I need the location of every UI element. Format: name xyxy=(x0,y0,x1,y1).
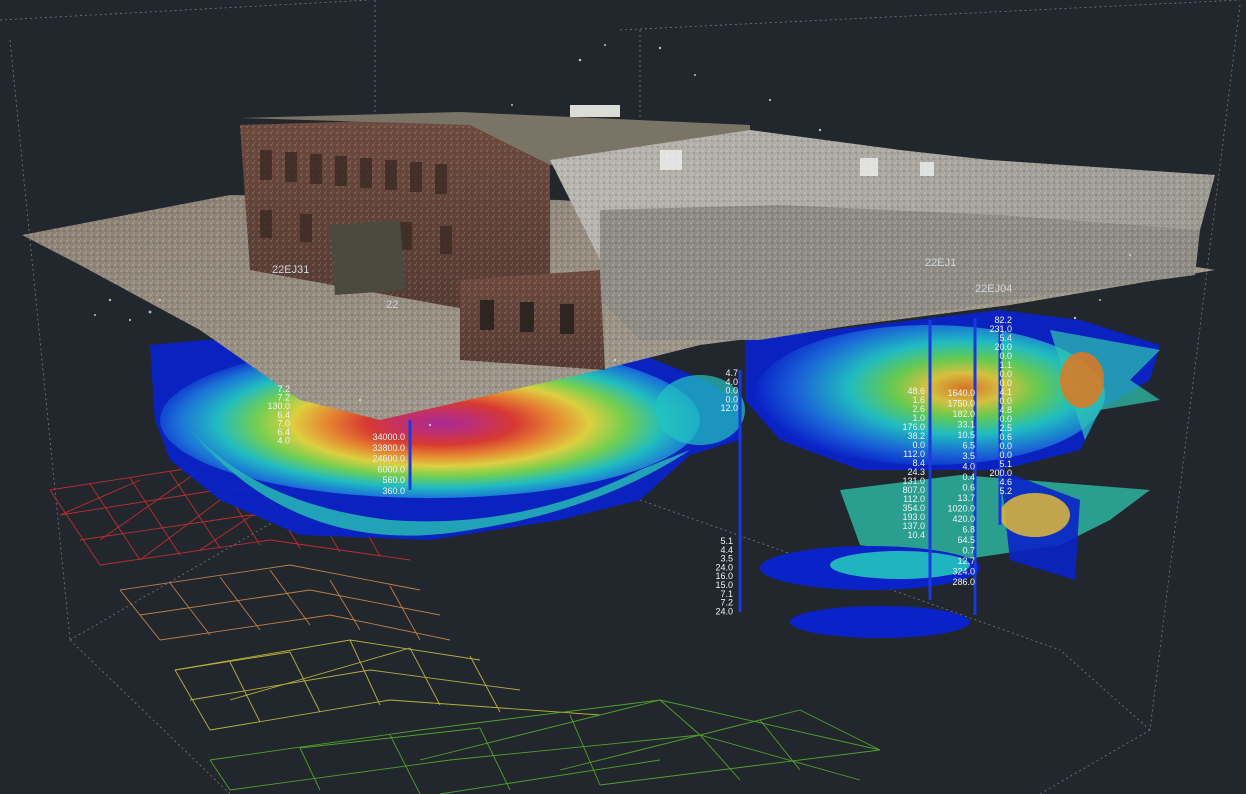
sample-value: 6000.0 xyxy=(377,464,405,474)
sample-value: 24.0 xyxy=(715,606,733,616)
sample-value: 4.0 xyxy=(277,436,290,446)
sample-value: 34000.0 xyxy=(372,432,405,442)
sample-value: 324.0 xyxy=(952,567,975,577)
3d-scene-viewport[interactable]: 22EJ31 22EJ04 22EJ1 22 7.27.2130.06.47.0… xyxy=(0,0,1246,794)
sample-value: 64.5 xyxy=(957,535,975,545)
sample-value: 10.5 xyxy=(957,430,975,440)
sample-value: 560.0 xyxy=(382,475,405,485)
sample-value: 420.0 xyxy=(952,514,975,524)
sample-value: 1020.0 xyxy=(947,504,975,514)
sample-value: 1640.0 xyxy=(947,388,975,398)
sample-value: 360.0 xyxy=(382,486,405,496)
sample-value: 12.7 xyxy=(957,556,975,566)
borehole-label: 22EJ04 xyxy=(975,283,1012,295)
borehole-label: 22 xyxy=(386,299,398,311)
sample-value: 4.0 xyxy=(962,462,975,472)
sample-value: 182.0 xyxy=(952,409,975,419)
sample-value: 5.2 xyxy=(999,486,1012,496)
sample-value: 6.5 xyxy=(962,441,975,451)
sample-value: 33.1 xyxy=(957,420,975,430)
sample-value: 13.7 xyxy=(957,493,975,503)
borehole-label: 22EJ1 xyxy=(925,257,956,269)
sample-value: 3.5 xyxy=(962,451,975,461)
borehole-label: 22EJ31 xyxy=(272,264,309,276)
sample-value: 24600.0 xyxy=(372,454,405,464)
sample-value: 10.4 xyxy=(907,530,925,540)
sample-value: 0.6 xyxy=(962,483,975,493)
sample-value: 1750.0 xyxy=(947,399,975,409)
sample-value: 33800.0 xyxy=(372,443,405,453)
sample-value: 286.0 xyxy=(952,577,975,587)
sample-value: 6.8 xyxy=(962,525,975,535)
sample-value: 12.0 xyxy=(720,403,738,413)
sample-value: 0.7 xyxy=(962,546,975,556)
sample-value: 0.4 xyxy=(962,472,975,482)
